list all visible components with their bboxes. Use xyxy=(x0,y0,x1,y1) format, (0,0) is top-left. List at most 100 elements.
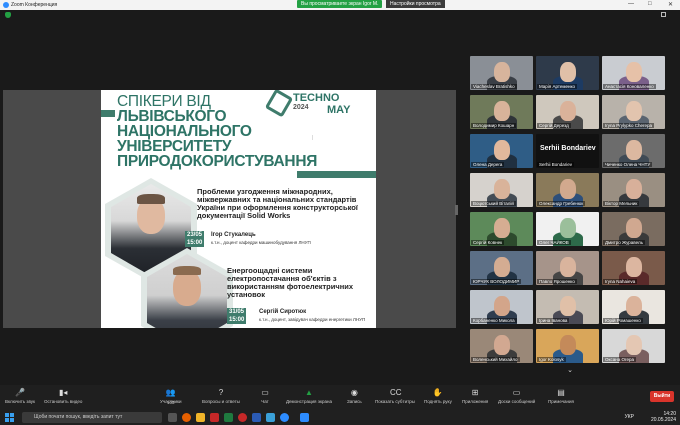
slide-title-line: ПРИРОДОКОРИСТУВАННЯ xyxy=(117,153,318,170)
participant-tile[interactable]: Чиченко Олена ЧНТУ xyxy=(602,134,665,168)
participant-face xyxy=(626,335,642,355)
participant-tile[interactable]: Serhii Bondariev Serhii Bondariev xyxy=(536,134,599,168)
view-options-button[interactable]: Настройки просмотра xyxy=(386,0,445,8)
zoom-logo-icon xyxy=(3,2,9,8)
participant-name: Воцютський Віталій xyxy=(471,201,516,206)
view-layout-icon[interactable] xyxy=(661,12,666,17)
participant-tile[interactable]: Олег ЧАЙКОВ xyxy=(536,212,599,246)
task-view-icon[interactable] xyxy=(168,413,177,422)
notes-icon: ▤ xyxy=(557,388,565,397)
participant-tile[interactable]: Олександр Гребенюк xyxy=(536,173,599,207)
raise-hand-button[interactable]: ✋ Поднять руку xyxy=(424,388,452,404)
participant-tile[interactable]: Iryna Prylypko Cherepa xyxy=(602,95,665,129)
participant-tile[interactable]: Марія Артеменко xyxy=(536,56,599,90)
participant-tile[interactable]: Воленський Михайло xyxy=(470,329,533,363)
opera-icon[interactable] xyxy=(238,413,247,422)
unmute-button[interactable]: 🎤 Включить звук xyxy=(5,388,35,404)
participant-tile[interactable]: Igor Kolosyk xyxy=(536,329,599,363)
system-clock[interactable]: 14:20 20.05.2024 xyxy=(651,411,676,423)
telegram-icon[interactable] xyxy=(266,413,275,422)
participant-gallery: Viacheslav Bratishko Марія Артеменко Анаст… xyxy=(470,56,666,363)
participant-tile[interactable]: Павло Ярошенко xyxy=(536,251,599,285)
search-placeholder: Щоби почати пошук, введіть запит тут xyxy=(34,414,123,420)
toolbar-label: Запись xyxy=(347,399,362,404)
participant-face xyxy=(560,335,576,355)
participant-name: Viacheslav Bratishko xyxy=(471,84,517,89)
toolbar-label: Показать субтитры xyxy=(375,399,415,404)
share-screen-button[interactable]: ▲ Демонстрация экрана xyxy=(286,388,332,404)
logo-text: TECHNO xyxy=(293,92,340,104)
participant-tile[interactable]: Олена Дерега xyxy=(470,134,533,168)
participant-tile[interactable]: Анастасія Коноваленко xyxy=(602,56,665,90)
clock-date: 20.05.2024 xyxy=(650,417,676,423)
slide-title-line: НАЦІОНАЛЬНОГО xyxy=(117,123,252,140)
talk2-title: Енергоощадні системи електропостачання о… xyxy=(227,266,354,299)
toolbar-label: Вопросы и ответы xyxy=(202,399,240,404)
leave-button[interactable]: Выйти xyxy=(650,391,674,402)
participant-tile[interactable]: Віктор Мельник xyxy=(602,173,665,207)
edge-icon[interactable] xyxy=(280,413,289,422)
participant-tile[interactable]: Viacheslav Bratishko xyxy=(470,56,533,90)
chat-button[interactable]: ▭ Чат xyxy=(260,388,270,404)
firefox-icon[interactable] xyxy=(182,413,191,422)
media-app-icon[interactable] xyxy=(210,413,219,422)
file-explorer-icon[interactable] xyxy=(196,413,205,422)
zoom-taskbar-icon[interactable] xyxy=(300,413,309,422)
participant-face xyxy=(626,62,642,82)
qa-button[interactable]: ? Вопросы и ответы xyxy=(202,388,240,404)
participant-tile[interactable]: Юрій Ромашенко xyxy=(602,290,665,324)
participant-name: Iryna Nahaieva xyxy=(603,279,638,284)
participant-name: Сергій Дерезд xyxy=(537,123,571,128)
notes-button[interactable]: ▤ Примечания xyxy=(548,388,574,404)
captions-button[interactable]: CC Показать субтитры xyxy=(375,388,415,404)
mouse-cursor-icon xyxy=(312,135,315,140)
participant-tile[interactable]: Сергій Ковнек xyxy=(470,212,533,246)
excel-icon[interactable] xyxy=(224,413,233,422)
participant-face xyxy=(626,257,642,277)
participant-tile[interactable]: ЮРЧУК ВОЛОДИМИР xyxy=(470,251,533,285)
logo-hex-icon xyxy=(264,90,294,118)
video-camera-icon: ▮◂ xyxy=(58,388,68,397)
participant-face xyxy=(626,296,642,316)
participant-tile[interactable]: Воцютський Віталій xyxy=(470,173,533,207)
maximize-button[interactable]: □ xyxy=(648,1,652,7)
close-button[interactable]: ✕ xyxy=(668,1,673,8)
participants-button[interactable]: 👥103 Участники xyxy=(160,388,182,405)
talk1-title: Проблеми узгодження міжнародних, міжверж… xyxy=(197,187,358,220)
participant-name: Оксана Огера xyxy=(603,357,637,362)
security-shield-icon[interactable] xyxy=(5,12,11,18)
participant-face xyxy=(494,179,510,199)
windows-start-icon[interactable] xyxy=(5,413,14,422)
participant-tile[interactable]: Сергій Дерезд xyxy=(536,95,599,129)
participant-tile[interactable]: Дмитро Журавель xyxy=(602,212,665,246)
participant-face xyxy=(560,179,576,199)
whiteboards-button[interactable]: ▭ Доски сообщений xyxy=(498,388,535,404)
taskbar-search-input[interactable]: Щоби почати пошук, введіть запит тут xyxy=(22,412,162,423)
word-icon[interactable] xyxy=(252,413,261,422)
gallery-next-page-icon[interactable]: ⌄ xyxy=(563,366,577,374)
logo-year: 2024 xyxy=(293,104,309,111)
minimize-button[interactable]: — xyxy=(628,1,634,7)
stop-video-button[interactable]: ▮◂ Остановить видео xyxy=(44,388,82,404)
participant-tile[interactable]: Оксана Огера xyxy=(602,329,665,363)
participant-face xyxy=(494,335,510,355)
talk1-speaker: Ігор Стукалець xyxy=(211,232,256,238)
participant-tile[interactable]: Володимир Кошарн xyxy=(470,95,533,129)
participant-name: Олег ЧАЙКОВ xyxy=(537,240,571,245)
apps-button[interactable]: ⊞ Приложения xyxy=(462,388,488,404)
participant-tile[interactable]: Корбаненко Микола xyxy=(470,290,533,324)
participant-face xyxy=(626,101,642,121)
toolbar-label: Приложения xyxy=(462,399,489,404)
toolbar-label: Чат xyxy=(261,399,269,404)
participant-tile[interactable]: Iryna Nahaieva xyxy=(602,251,665,285)
participant-name: Iryna Prylypko Cherepa xyxy=(603,123,655,128)
slide-accent-bar xyxy=(101,110,115,117)
share-screen-icon: ▲ xyxy=(305,388,313,397)
record-button[interactable]: ◉ Запись xyxy=(347,388,362,404)
participant-name: Віктор Мельник xyxy=(603,201,640,206)
slide-title-line: УНІВЕРСИТЕТУ xyxy=(117,138,232,155)
panel-splitter[interactable] xyxy=(455,205,458,215)
qa-icon: ? xyxy=(218,388,224,397)
keyboard-language[interactable]: УКР xyxy=(625,414,634,420)
participant-tile[interactable]: Ірина Іванова xyxy=(536,290,599,324)
